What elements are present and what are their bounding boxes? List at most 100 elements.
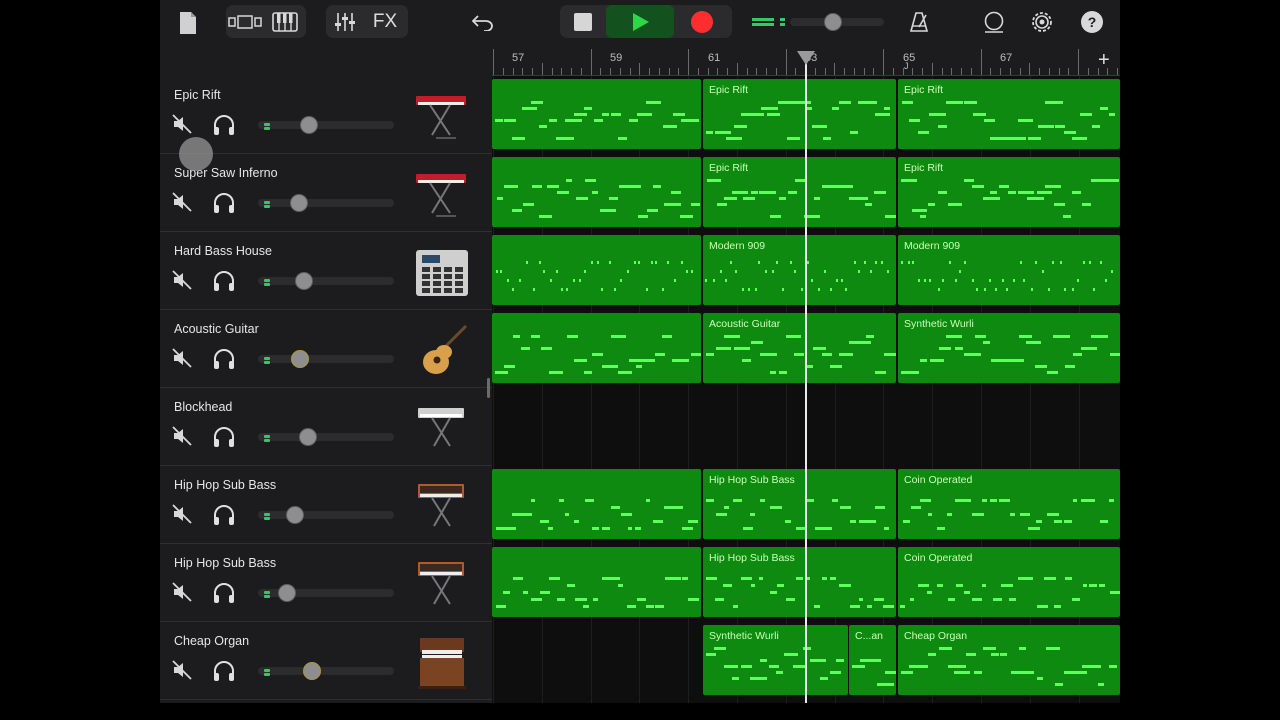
midi-note [1098,584,1105,587]
volume-slider[interactable] [258,433,394,441]
headphones-icon[interactable] [212,660,236,682]
undo-icon[interactable] [471,11,495,33]
stop-icon[interactable] [565,8,601,36]
headphones-icon[interactable] [212,348,236,370]
midi-region[interactable]: Coin Operated [898,469,1120,539]
metronome-icon[interactable] [906,10,932,34]
volume-knob[interactable] [300,116,319,134]
play-icon[interactable] [606,5,674,38]
midi-note [1098,683,1105,686]
midi-region[interactable]: Coin Operated [898,547,1120,617]
midi-note [911,209,927,212]
midi-region[interactable]: Epic Rift [703,157,896,227]
headphones-icon[interactable] [212,192,236,214]
view-toggle-icon[interactable] [228,10,262,34]
mixer-icon[interactable] [330,10,360,34]
headphones-icon[interactable] [212,582,236,604]
mute-icon[interactable] [172,582,192,602]
volume-knob[interactable] [289,194,308,212]
midi-region[interactable]: Hip Hop Sub Bass [703,469,896,539]
midi-note [1028,527,1040,530]
midi-note [539,591,550,594]
track-header[interactable]: Super Saw Inferno [160,154,492,232]
volume-slider[interactable] [258,667,394,675]
fx-button[interactable]: FX [368,10,402,34]
mute-icon[interactable] [172,114,192,134]
volume-knob[interactable] [299,428,318,446]
track-header[interactable]: Cheap Organ [160,622,492,700]
headphones-icon[interactable] [212,504,236,526]
track-header[interactable]: Hip Hop Sub Bass [160,544,492,622]
mute-icon[interactable] [172,192,192,212]
midi-region[interactable] [492,79,701,149]
playhead-handle[interactable] [797,51,815,65]
toolbar: FX ? [160,0,1120,46]
header-resize-handle[interactable] [487,378,490,398]
ruler-tick [717,68,719,75]
midi-region[interactable]: Cheap Organ [898,625,1120,695]
region-name: Hip Hop Sub Bass [709,552,795,564]
volume-slider[interactable] [258,121,394,129]
loop-browser-icon[interactable] [980,10,1008,34]
volume-knob[interactable] [286,506,305,524]
keyboard-icon[interactable] [270,10,300,34]
volume-slider[interactable] [258,511,394,519]
track-header[interactable]: Blockhead [160,388,492,466]
drum-machine-icon[interactable] [414,246,474,302]
red-keyboard-icon[interactable] [414,90,474,146]
volume-level-meter [264,517,270,520]
midi-region[interactable]: Epic Rift [898,157,1120,227]
volume-knob[interactable] [302,662,321,680]
headphones-icon[interactable] [212,114,236,136]
volume-slider[interactable] [258,199,394,207]
record-icon[interactable] [682,8,722,36]
volume-slider[interactable] [258,277,394,285]
help-icon[interactable]: ? [1081,11,1103,33]
mute-icon[interactable] [172,348,192,368]
midi-region[interactable]: Epic Rift [703,79,896,149]
add-track-button[interactable]: + [1098,49,1110,72]
settings-icon[interactable] [1028,9,1056,35]
volume-slider[interactable] [258,355,394,363]
analog-synth-icon[interactable] [414,558,474,614]
volume-knob[interactable] [294,272,313,290]
region-name: Epic Rift [904,162,944,174]
mute-icon[interactable] [172,270,192,290]
headphones-icon[interactable] [212,426,236,448]
midi-region[interactable] [492,157,701,227]
master-volume-icon[interactable] [750,12,886,32]
track-header[interactable]: Epic Rift [160,76,492,154]
document-icon[interactable] [176,10,200,36]
midi-region[interactable]: Epic Rift [898,79,1120,149]
midi-region[interactable] [492,235,701,305]
track-header[interactable]: Hip Hop Sub Bass [160,466,492,544]
organ-icon[interactable] [414,636,474,692]
playhead[interactable] [805,52,807,703]
ruler-tick [775,68,777,75]
track-header[interactable]: Hard Bass House [160,232,492,310]
midi-note [1052,261,1055,264]
midi-region[interactable]: Acoustic Guitar [703,313,896,383]
midi-region[interactable] [492,469,701,539]
midi-region[interactable]: Synthetic Wurli [898,313,1120,383]
midi-region[interactable]: Modern 909 [898,235,1120,305]
midi-note [759,659,768,662]
analog-synth-icon[interactable] [414,480,474,536]
midi-note [504,365,515,368]
track-header[interactable]: Acoustic Guitar [160,310,492,388]
acoustic-guitar-icon[interactable] [414,324,474,380]
midi-region[interactable]: Synthetic Wurli [703,625,848,695]
midi-region[interactable]: Modern 909 [703,235,896,305]
volume-knob[interactable] [291,350,310,368]
synth-keyboard-icon[interactable] [414,402,474,458]
volume-knob[interactable] [278,584,297,602]
midi-region[interactable] [492,313,701,383]
midi-region[interactable]: Hip Hop Sub Bass [703,547,896,617]
mute-icon[interactable] [172,426,192,446]
mute-icon[interactable] [172,504,192,524]
headphones-icon[interactable] [212,270,236,292]
midi-region[interactable]: C...an [849,625,896,695]
midi-region[interactable] [492,547,701,617]
mute-icon[interactable] [172,660,192,680]
red-keyboard-icon[interactable] [414,168,474,224]
